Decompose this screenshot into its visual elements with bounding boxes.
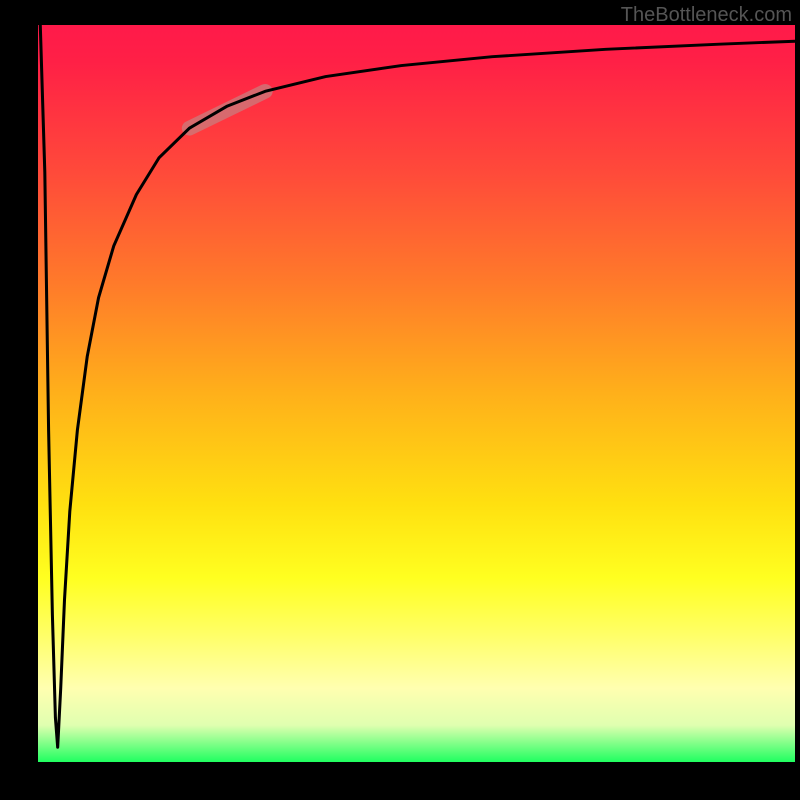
bottleneck-curve [40,25,795,747]
chart-frame: TheBottleneck.com [0,0,800,800]
attribution-text: TheBottleneck.com [621,4,792,27]
chart-svg [38,25,795,762]
